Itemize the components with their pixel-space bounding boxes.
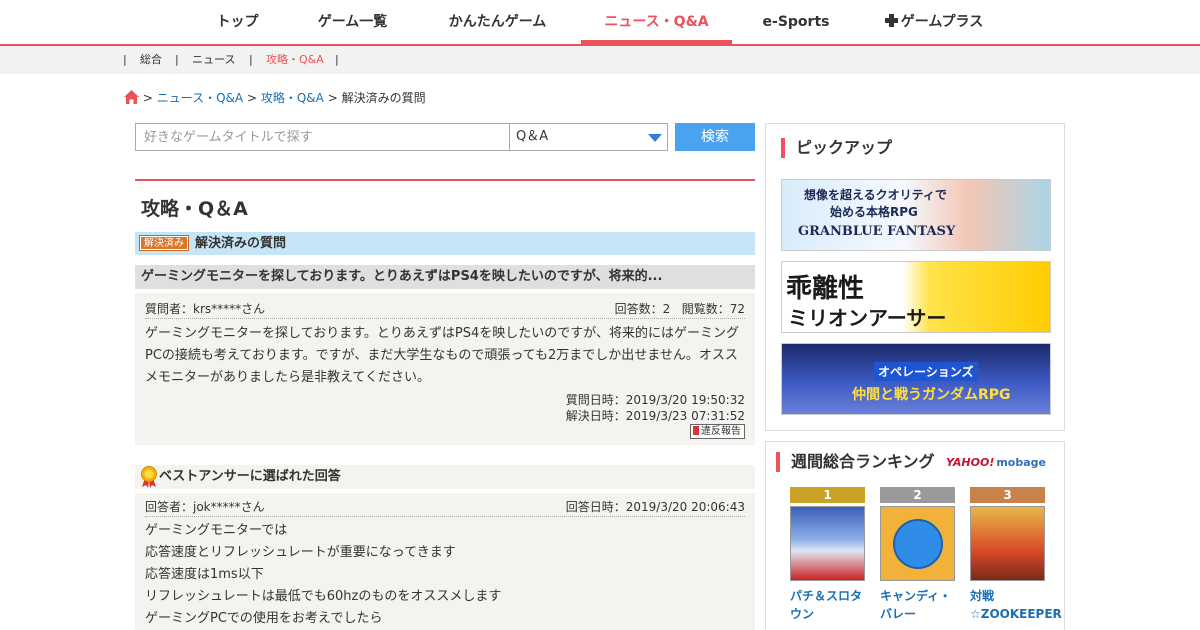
pickup-panel: ピックアップ 想像を超えるクオリティで 始める本格RPG GRANBLUE FA…	[765, 123, 1065, 431]
answer-line: ゲーミングモニターでは	[145, 523, 288, 538]
ranking-item[interactable]: 1 パチ＆スロタウン	[790, 487, 866, 623]
nav-esports[interactable]: e-Sports	[760, 0, 832, 44]
game-thumbnail	[790, 506, 865, 581]
game-name: パチ＆スロタウン	[790, 589, 863, 621]
question-title-bar: ゲーミングモニターを探しております。とりあえずはPS4を映したいのですが、将来的…	[135, 265, 755, 289]
nav-game-list[interactable]: ゲーム一覧	[300, 0, 405, 44]
breadcrumb-current: 解決済みの質問	[341, 91, 426, 105]
candy-character-icon	[893, 519, 943, 569]
banner-gundam-operations[interactable]: オペレーションズ 仲間と戦うガンダムRPG	[781, 343, 1051, 415]
rank-number: 1	[790, 487, 865, 503]
ranking-item[interactable]: 2 キャンディ・バレー	[880, 487, 956, 623]
subnav-strategy-qa[interactable]: 攻略・Q&A	[266, 46, 324, 74]
page-title: 攻略・Q＆A	[141, 198, 248, 220]
mobage-logo: mobage	[996, 456, 1046, 469]
subnav-general[interactable]: 総合	[140, 46, 162, 74]
subnav-separator: |	[249, 53, 253, 66]
answer-line: リフレッシュレートは最低でも60hzのものをオススメします	[145, 589, 502, 604]
banner-text: 始める本格RPG	[830, 205, 918, 219]
search-button[interactable]: 検索	[675, 123, 755, 151]
report-button[interactable]: 違反報告	[690, 424, 745, 439]
question-meta: 質問者：krs*****さん 回答数：2 閲覧数：72	[145, 299, 745, 319]
banner-text: 仲間と戦うガンダムRPG	[852, 387, 1011, 403]
report-label: 違反報告	[701, 426, 741, 437]
subnav-separator: |	[335, 53, 339, 66]
home-icon[interactable]	[124, 90, 139, 104]
answer-line: 応答速度は1ms以下	[145, 567, 264, 582]
nav-top[interactable]: トップ	[205, 0, 270, 44]
report-icon	[693, 426, 699, 435]
game-thumbnail	[880, 506, 955, 581]
search-category-select[interactable]: Q＆A	[509, 123, 668, 151]
question-body: ゲーミングモニターを探しております。とりあえずはPS4を映したいのですが、将来的…	[145, 326, 740, 385]
rank-number: 3	[970, 487, 1045, 503]
breadcrumb: > ニュース・Q&A > 攻略・Q&A > 解決済みの質問	[124, 89, 426, 107]
game-name: 対戦☆ZOOKEEPER	[970, 589, 1062, 621]
banner-granblue-fantasy[interactable]: 想像を超えるクオリティで 始める本格RPG GRANBLUE FANTASY	[781, 179, 1051, 251]
answer-body: ゲーミングモニターでは 応答速度とリフレッシュレートが重要になってきます 応答速…	[145, 520, 745, 630]
breadcrumb-sep: >	[142, 91, 153, 105]
global-nav: トップ ゲーム一覧 かんたんゲーム ニュース・Q&A e-Sports ゲームプ…	[0, 0, 1200, 46]
breadcrumb-strategy-qa[interactable]: 攻略・Q&A	[261, 91, 324, 105]
search-input[interactable]	[135, 123, 510, 151]
banner-text: 乖離性	[786, 274, 865, 304]
best-answer-header: ベストアンサーに選ばれた回答	[135, 465, 755, 489]
subnav-separator: |	[175, 53, 179, 66]
banner-text: オペレーションズ	[874, 362, 978, 381]
game-name: キャンディ・バレー	[880, 589, 952, 621]
ranking-panel: 週間総合ランキング YAHOO! mobage 1 パチ＆スロタウン 2 キャンデ…	[765, 441, 1065, 630]
ranking-title: 週間総合ランキング	[776, 452, 935, 472]
answer-count: 回答数：2	[614, 302, 671, 316]
banner-text: ミリオンアーサー	[788, 306, 947, 330]
subnav-news[interactable]: ニュース	[192, 46, 235, 74]
chevron-down-icon	[648, 134, 662, 142]
question-dates: 質問日時：2019/3/20 19:50:32 解決日時：2019/3/23 0…	[566, 392, 745, 424]
yahoo-logo: YAHOO!	[945, 456, 995, 469]
nav-game-plus-label: ゲームプラス	[900, 14, 984, 30]
view-count: 閲覧数：72	[681, 302, 745, 316]
sub-nav: | 総合 | ニュース | 攻略・Q&A |	[0, 46, 1200, 74]
ranking-item[interactable]: 3 対戦☆ZOOKEEPER	[970, 487, 1062, 623]
answer-line: 応答速度とリフレッシュレートが重要になってきます	[145, 545, 456, 560]
answer-line: ゲーミングPCでの使用をお考えでしたら	[145, 611, 383, 626]
answered-at: 回答日時：2019/3/20 20:06:43	[565, 500, 745, 514]
nav-news-qa[interactable]: ニュース・Q&A	[581, 0, 732, 44]
subnav-separator: |	[123, 53, 127, 66]
question-asker: 質問者：krs*****さん	[145, 302, 266, 316]
pickup-title: ピックアップ	[781, 138, 892, 158]
answer-box: 回答者：jok*****さん 回答日時：2019/3/20 20:06:43 ゲ…	[135, 493, 755, 630]
question-asked-at: 質問日時：2019/3/20 19:50:32	[565, 393, 745, 407]
question-counts: 回答数：2 閲覧数：72	[615, 299, 745, 319]
banner-million-arthur[interactable]: 乖離性 ミリオンアーサー	[781, 261, 1051, 333]
main-divider	[135, 179, 755, 181]
game-thumbnail	[970, 506, 1045, 581]
section-header: 解決済み 解決済みの質問	[135, 232, 755, 255]
answerer: 回答者：jok*****さん	[145, 500, 265, 514]
section-title: 解決済みの質問	[195, 236, 287, 251]
rank-number: 2	[880, 487, 955, 503]
breadcrumb-sep: >	[327, 91, 338, 105]
banner-text: GRANBLUE FANTASY	[798, 224, 956, 239]
banner-text: 想像を超えるクオリティで	[804, 188, 947, 202]
answer-meta: 回答者：jok*****さん 回答日時：2019/3/20 20:06:43	[145, 497, 745, 517]
question-box: 質問者：krs*****さん 回答数：2 閲覧数：72 ゲーミングモニターを探し…	[135, 293, 755, 445]
plus-icon	[884, 14, 898, 27]
breadcrumb-news-qa[interactable]: ニュース・Q&A	[157, 91, 243, 105]
solved-badge: 解決済み	[139, 235, 189, 251]
partner-logos: YAHOO! mobage	[946, 456, 1046, 469]
best-answer-heading: ベストアンサーに選ばれた回答	[159, 469, 341, 484]
nav-game-plus[interactable]: ゲームプラス	[878, 0, 990, 44]
nav-easy-games[interactable]: かんたんゲーム	[440, 0, 555, 44]
search-category-value: Q＆A	[516, 129, 549, 144]
breadcrumb-sep: >	[246, 91, 258, 105]
medal-icon	[141, 466, 157, 488]
question-resolved-at: 解決日時：2019/3/23 07:31:52	[565, 409, 745, 423]
question-title: ゲーミングモニターを探しております。とりあえずはPS4を映したいのですが、将来的…	[141, 269, 663, 284]
